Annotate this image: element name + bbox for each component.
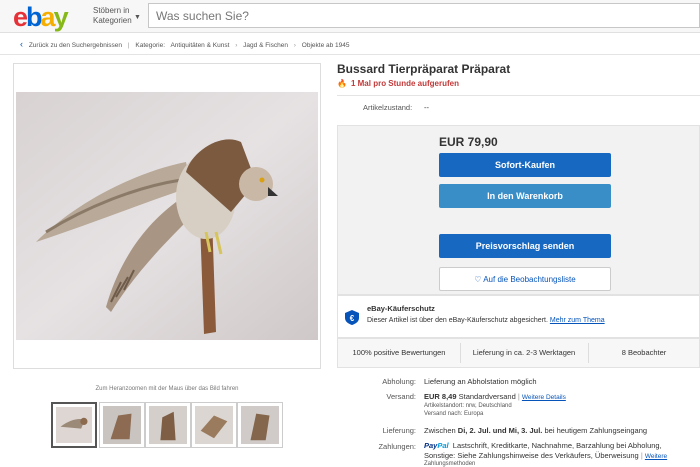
buy-now-button[interactable]: Sofort-Kaufen xyxy=(439,153,611,177)
thumbnail[interactable] xyxy=(191,402,237,448)
protection-title: eBay-Käuferschutz xyxy=(367,304,435,313)
shield-icon: € xyxy=(345,310,359,325)
main-image-frame[interactable] xyxy=(13,63,321,369)
make-offer-button[interactable]: Preisvorschlag senden xyxy=(439,234,611,258)
breadcrumb-separator: | xyxy=(127,42,130,49)
delivery-post: bei heutigem Zahlungseingang xyxy=(544,426,648,435)
paypal-logo: PayPal xyxy=(424,441,449,450)
payment-label: Zahlungen: xyxy=(378,442,416,451)
pickup-value: Lieferung an Abholstation möglich xyxy=(424,377,537,386)
delivery-stat: Lieferung in ca. 2-3 Werktagen xyxy=(472,348,576,357)
breadcrumb-chevron: › xyxy=(293,42,296,49)
pickup-label: Abholung: xyxy=(382,377,416,386)
breadcrumb-item-antiques[interactable]: Antiquitäten & Kunst xyxy=(170,42,229,49)
zoom-hint: Zum Heranzoomen mit der Maus über das Bi… xyxy=(95,386,239,392)
thumbnail[interactable] xyxy=(145,402,191,448)
thumbnail[interactable] xyxy=(51,402,97,448)
payment-more-link[interactable]: Weitere xyxy=(645,453,667,460)
condition-value: -- xyxy=(424,103,429,112)
watchers-stat: 8 Beobachter xyxy=(621,348,667,357)
delivery-label: Lieferung: xyxy=(382,426,416,435)
protection-more-link[interactable]: Mehr zum Thema xyxy=(550,317,605,324)
shipping-label: Versand: xyxy=(386,392,416,401)
view-count-text: 1 Mal pro Stunde aufgerufen xyxy=(350,79,459,88)
chevron-down-icon[interactable]: ▼ xyxy=(134,14,141,21)
heart-icon: ♡ xyxy=(474,275,482,284)
delivery-dates: Di, 2. Jul. und Mi, 3. Jul. xyxy=(457,426,543,435)
watch-label: Auf die Beobachtungsliste xyxy=(483,275,576,284)
svg-text:€: € xyxy=(350,314,355,323)
payment-line2: Sonstige: Siehe Zahlungshinweise des Ver… xyxy=(424,451,668,460)
main-content: Zum Heranzoomen mit der Maus über das Bi… xyxy=(0,55,700,467)
payment-line3[interactable]: Zahlungsmethoden xyxy=(424,461,475,467)
thumbnail[interactable] xyxy=(237,402,283,448)
add-to-cart-button[interactable]: In den Warenkorb xyxy=(439,184,611,208)
shipping-value: EUR 8,49 Standardversand | Weitere Detai… xyxy=(424,392,566,401)
seller-stats: 100% positive Bewertungen Lieferung in c… xyxy=(337,338,700,368)
browse-line2: Kategorien xyxy=(93,16,132,25)
buy-box: EUR 79,90 Sofort-Kaufen In den Warenkorb… xyxy=(337,125,700,295)
feedback-stat: 100% positive Bewertungen xyxy=(352,348,446,357)
divider xyxy=(337,95,700,96)
item-location: Artikelstandort: nrw, Deutschland xyxy=(424,403,512,409)
back-to-results-link[interactable]: Zurück zu den Suchergebnissen xyxy=(29,42,122,49)
category-label: Kategorie: xyxy=(135,42,166,49)
payment-notes: Sonstige: Siehe Zahlungshinweise des Ver… xyxy=(424,451,639,460)
delivery-pre: Zwischen xyxy=(424,426,456,435)
browse-categories-button[interactable]: Stöbern in Kategorien xyxy=(93,6,132,26)
chevron-left-icon[interactable]: ‹ xyxy=(20,39,23,49)
hawk-photo[interactable] xyxy=(16,92,318,340)
buyer-protection: € eBay-Käuferschutz Dieser Artikel ist ü… xyxy=(337,295,700,338)
breadcrumb-item-objects[interactable]: Objekte ab 1945 xyxy=(302,42,350,49)
search-input[interactable]: Was suchen Sie? xyxy=(148,3,700,28)
shipping-type: Standardversand xyxy=(458,392,516,401)
breadcrumb: ‹ Zurück zu den Suchergebnissen | Katego… xyxy=(0,33,700,55)
price: EUR 79,90 xyxy=(439,135,498,149)
payment-line1: PayPal Lastschrift, Kreditkarte, Nachnah… xyxy=(424,441,662,450)
browse-line1: Stöbern in xyxy=(93,6,130,15)
shipping-price: EUR 8,49 xyxy=(424,392,457,401)
breadcrumb-item-hunting[interactable]: Jagd & Fischen xyxy=(243,42,288,49)
ships-to: Versand nach: Europa xyxy=(424,411,484,417)
condition-label: Artikelzustand: xyxy=(363,103,413,112)
delivery-value: Zwischen Di, 2. Jul. und Mi, 3. Jul. bei… xyxy=(424,426,647,435)
watch-button[interactable]: ♡ Auf die Beobachtungsliste xyxy=(439,267,611,291)
payment-methods: Lastschrift, Kreditkarte, Nachnahme, Bar… xyxy=(452,441,662,450)
shipping-details-link[interactable]: Weitere Details xyxy=(522,394,566,401)
protection-description: Dieser Artikel ist über den eBay-Käufers… xyxy=(367,317,548,324)
listing-title: Bussard Tierpräparat Präparat xyxy=(337,62,511,76)
flame-icon: 🔥 xyxy=(337,79,347,88)
ebay-logo[interactable]: ebay xyxy=(13,2,69,33)
view-count: 🔥 1 Mal pro Stunde aufgerufen xyxy=(337,79,459,88)
site-header: ebay Stöbern in Kategorien ▼ Was suchen … xyxy=(0,0,700,33)
thumbnail[interactable] xyxy=(99,402,145,448)
protection-text: Dieser Artikel ist über den eBay-Käufers… xyxy=(367,317,605,324)
breadcrumb-chevron: › xyxy=(235,42,238,49)
